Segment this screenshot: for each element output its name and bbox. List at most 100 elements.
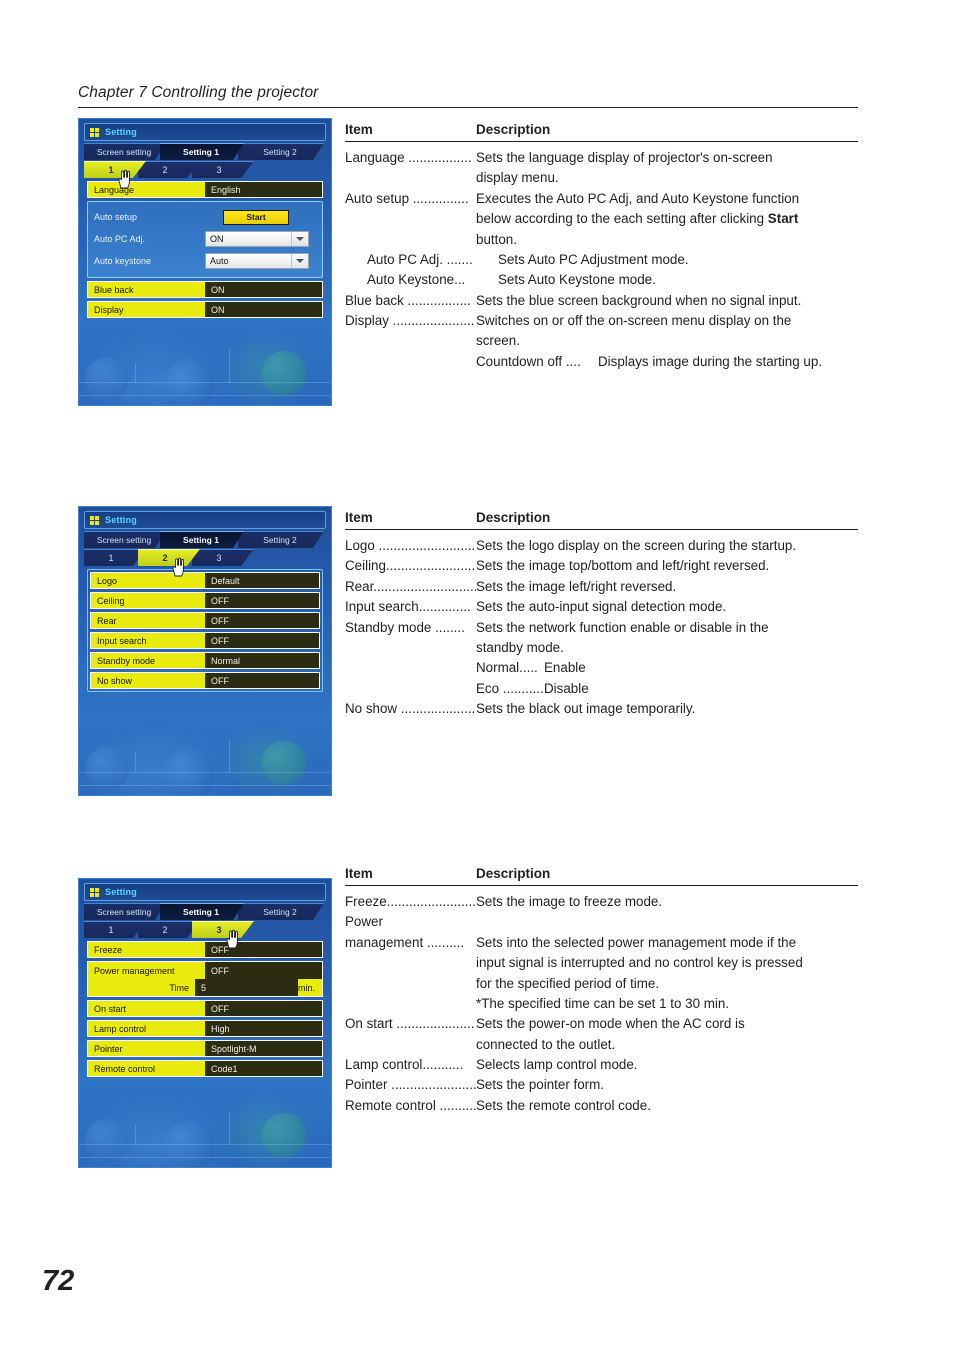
osd-row-remote-control[interactable]: Remote control Code1	[87, 1060, 323, 1077]
subtab-1[interactable]: 1	[84, 161, 146, 178]
tab-setting-2[interactable]: Setting 2	[238, 143, 324, 160]
tab-label: Setting 2	[263, 147, 297, 157]
row-description: Sets the blue screen background when no …	[476, 292, 802, 308]
osd-main-tabs: Screen setting Setting 1 Setting 2	[84, 903, 326, 920]
row-item: Power	[345, 914, 383, 930]
row-description: Switches on or off the on-screen menu di…	[476, 313, 792, 328]
subrow-name: Eco ............	[476, 680, 548, 696]
chevron-down-icon[interactable]	[291, 232, 308, 246]
osd-settings-group: Logo Default Ceiling OFF Rear OFF Input …	[87, 569, 323, 692]
subtab-label: 3	[216, 165, 222, 175]
osd-row-standby-mode[interactable]: Standby mode Normal	[90, 652, 320, 669]
osd-row-no-show[interactable]: No show OFF	[90, 672, 320, 689]
osd-freeze-group: Freeze OFF	[87, 941, 323, 958]
osd-screenshot-3: Setting Screen setting Setting 1 Setting…	[78, 878, 332, 1168]
table-row: Remote control .......... Sets the remot…	[345, 1096, 858, 1116]
row-value[interactable]: Normal	[205, 653, 319, 668]
row-label: Auto keystone	[94, 256, 152, 266]
osd-row-logo[interactable]: Logo Default	[90, 572, 320, 589]
tab-setting-1[interactable]: Setting 1	[160, 143, 244, 160]
subtab-2[interactable]: 2	[138, 549, 200, 566]
subrow-name: Countdown off ....	[476, 353, 581, 369]
tab-setting-2[interactable]: Setting 2	[238, 531, 324, 548]
row-value[interactable]: OFF	[205, 962, 322, 979]
osd-row-on-start[interactable]: On start OFF	[87, 1000, 323, 1017]
table-row: Input search.............. Sets the auto…	[345, 597, 858, 617]
subtab-1[interactable]: 1	[84, 921, 146, 938]
subtab-label: 3	[216, 925, 222, 935]
subrow-text: Enable	[544, 660, 586, 676]
table-header: Item Description	[345, 866, 858, 885]
row-description: Sets the power-on mode when the AC cord …	[476, 1016, 745, 1032]
table-row: Auto Keystone... Sets Auto Keystone mode…	[345, 270, 858, 290]
osd-row-rear[interactable]: Rear OFF	[90, 612, 320, 629]
osd-row-pointer[interactable]: Pointer Spotlight-M	[87, 1040, 323, 1057]
row-label: Logo	[91, 573, 205, 588]
menu-dots-icon	[90, 515, 100, 525]
chapter-title: Chapter 7 Controlling the projector	[78, 84, 319, 101]
auto-pc-adj-select[interactable]: ON	[205, 231, 309, 247]
row-value[interactable]: OFF	[205, 942, 322, 957]
osd-row-blue-back[interactable]: Blue back ON	[87, 281, 323, 298]
osd-row-ceiling[interactable]: Ceiling OFF	[90, 592, 320, 609]
chapter-header: Chapter 7 Controlling the projector	[78, 84, 858, 108]
select-value: Auto	[210, 256, 229, 266]
tab-label: Setting 2	[263, 907, 297, 917]
row-item: Ceiling........................	[345, 558, 476, 574]
table-row: Ceiling........................ Sets the…	[345, 556, 858, 576]
row-value[interactable]: High	[205, 1021, 322, 1036]
auto-keystone-select[interactable]: Auto	[205, 253, 309, 269]
row-value[interactable]: Spotlight-M	[205, 1041, 322, 1056]
osd-row-language[interactable]: Language English	[87, 181, 323, 198]
row-description-cont: input signal is interrupted and no contr…	[476, 955, 803, 971]
tab-setting-1[interactable]: Setting 1	[160, 903, 244, 920]
time-value[interactable]: 5	[195, 979, 298, 996]
subtab-3[interactable]: 3	[192, 161, 254, 178]
row-value[interactable]: ON	[205, 302, 322, 317]
row-value[interactable]: English	[205, 182, 322, 197]
subtab-1[interactable]: 1	[84, 549, 146, 566]
tab-screen-setting[interactable]: Screen setting	[84, 531, 166, 548]
subtab-2[interactable]: 2	[138, 161, 200, 178]
osd-row-input-search[interactable]: Input search OFF	[90, 632, 320, 649]
row-value[interactable]: Default	[205, 573, 319, 588]
subtab-3[interactable]: 3	[192, 921, 254, 938]
row-value[interactable]: ON	[205, 282, 322, 297]
subtab-2[interactable]: 2	[138, 921, 200, 938]
osd-other-settings-group: On start OFF Lamp control High Pointer S…	[87, 1000, 323, 1077]
row-label: On start	[88, 1001, 205, 1016]
row-value[interactable]: OFF	[205, 613, 319, 628]
osd-row-power-management[interactable]: Power management OFF Time 5 min.	[87, 961, 323, 997]
row-value[interactable]: OFF	[205, 633, 319, 648]
row-label: Standby mode	[91, 653, 205, 668]
row-value[interactable]: Code1	[205, 1061, 322, 1076]
table-header-rule	[345, 885, 858, 886]
row-value[interactable]: OFF	[205, 1001, 322, 1016]
row-value[interactable]: OFF	[205, 593, 319, 608]
row-value[interactable]: OFF	[205, 673, 319, 688]
column-header-item: Item	[345, 122, 373, 137]
row-description: Sets the image top/bottom and left/right…	[476, 558, 770, 574]
osd-titlebar: Setting	[84, 883, 326, 901]
tab-screen-setting[interactable]: Screen setting	[84, 903, 166, 920]
row-item: management ..........	[345, 934, 465, 950]
osd-row-display[interactable]: Display ON	[87, 301, 323, 318]
row-label: Language	[88, 182, 205, 197]
osd-auto-setup-group: Auto setup Start Auto PC Adj. ON Auto ke…	[87, 201, 323, 278]
subrow-name: Normal.....	[476, 660, 538, 676]
chevron-down-icon[interactable]	[291, 254, 308, 268]
osd-main-tabs: Screen setting Setting 1 Setting 2	[84, 531, 326, 548]
osd-row-lamp-control[interactable]: Lamp control High	[87, 1020, 323, 1037]
table-header: Item Description	[345, 510, 858, 529]
row-description: Selects lamp control mode.	[476, 1057, 638, 1072]
osd-row-auto-keystone: Auto keystone Auto	[94, 250, 316, 272]
tab-screen-setting[interactable]: Screen setting	[84, 143, 166, 160]
row-label: Rear	[91, 613, 205, 628]
chapter-header-rule	[78, 107, 858, 108]
row-description: Sets Auto Keystone mode.	[498, 272, 656, 288]
tab-setting-1[interactable]: Setting 1	[160, 531, 244, 548]
tab-setting-2[interactable]: Setting 2	[238, 903, 324, 920]
subtab-3[interactable]: 3	[192, 549, 254, 566]
osd-row-freeze[interactable]: Freeze OFF	[87, 941, 323, 958]
start-button[interactable]: Start	[223, 209, 289, 225]
